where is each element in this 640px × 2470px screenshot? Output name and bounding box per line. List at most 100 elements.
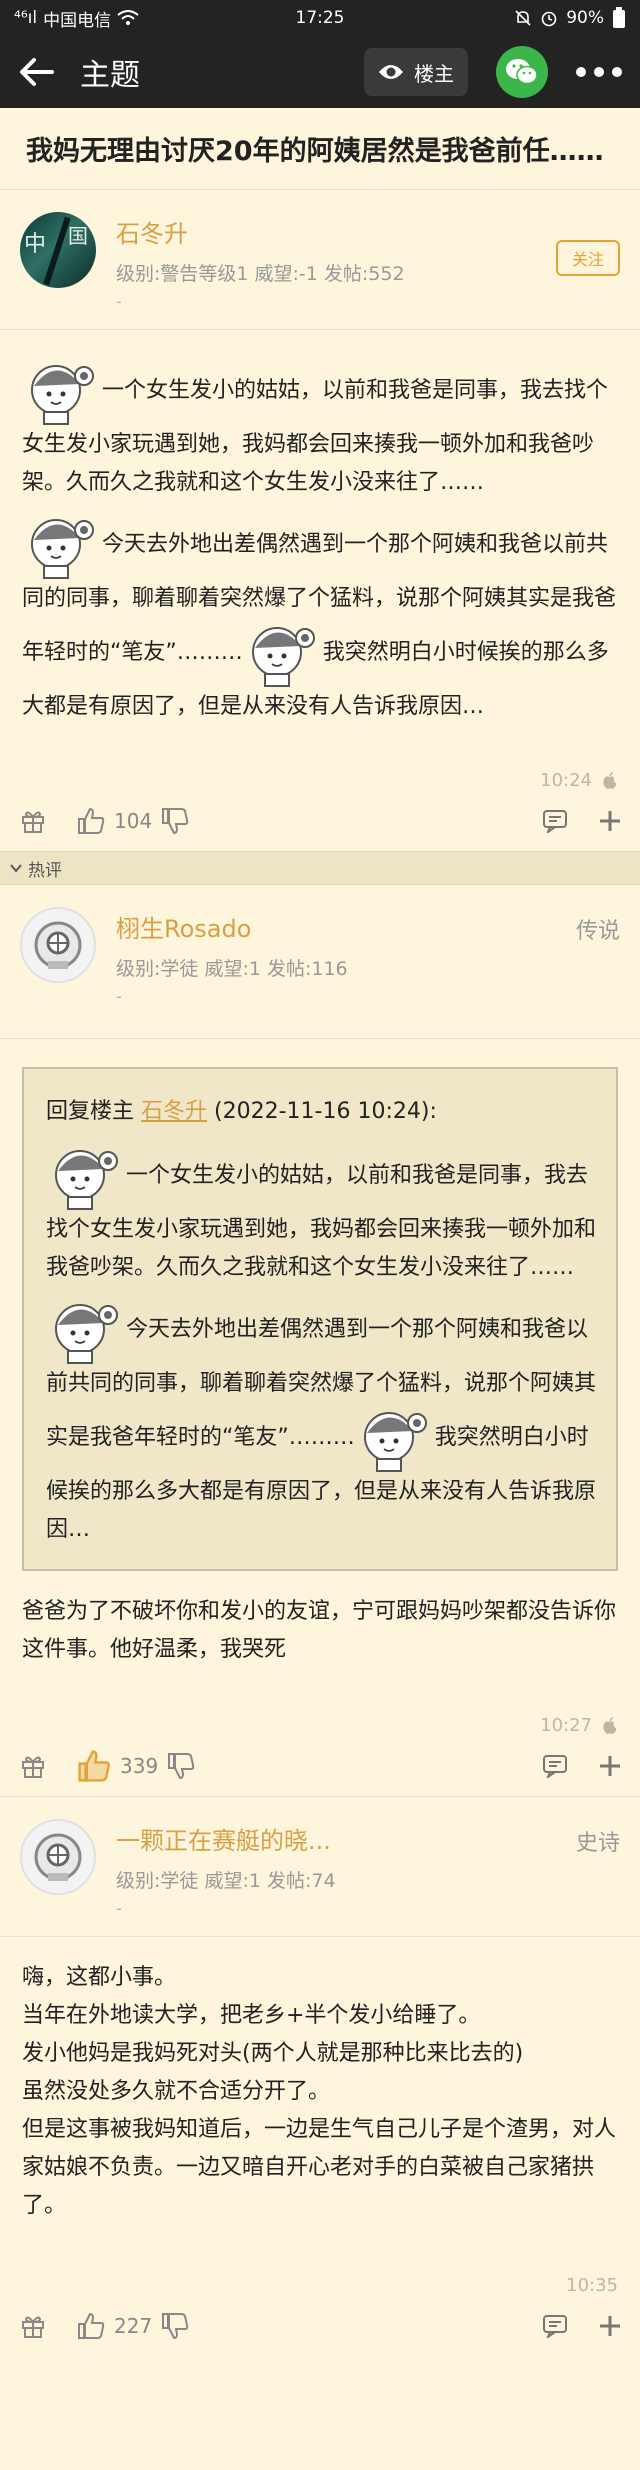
user-dash: -: [116, 987, 122, 1006]
status-time: 17:25: [295, 8, 345, 28]
quote-date: (2022-11-16 10:24):: [214, 1099, 437, 1124]
sticker-girl-icon: [22, 510, 102, 580]
thumbs-down-icon[interactable]: [160, 2311, 190, 2341]
quote-prefix: 回复楼主: [46, 1099, 135, 1124]
follow-button[interactable]: 关注: [555, 240, 620, 276]
apple-icon: [603, 1716, 617, 1734]
arrow-left-icon: [20, 58, 54, 86]
user-info: 栩生Rosado 级别:学徒 威望:1 发帖:116 -: [116, 907, 576, 1006]
floor-label: 史诗: [575, 1831, 620, 1856]
app-bar: 主题 楼主: [0, 36, 640, 108]
post-content: 爸爸为了不破坏你和发小的友谊，宁可跟妈妈吵架都没告诉你这件事。他好温柔，我哭死: [0, 1583, 640, 1679]
post-content: 嗨，这都小事。 当年在外地读大学，把老乡+半个发小给睡了。 发小他妈是我妈死对头…: [0, 1937, 640, 2235]
gift-button[interactable]: [18, 806, 48, 836]
diver-helmet-icon: [34, 921, 82, 969]
post-line: 发小他妈是我妈死对头(两个人就是那种比来比去的): [22, 2041, 524, 2066]
carrier-label: 中国电信: [43, 10, 112, 31]
quote-text: 一个女生发小的姑姑，以前和我爸是同事，我去找个女生发小家玩遇到她，我妈都会回来揍…: [46, 1163, 597, 1280]
plus-icon[interactable]: [598, 809, 622, 833]
dot-icon: [594, 67, 604, 77]
gift-button[interactable]: [18, 2311, 48, 2341]
username[interactable]: 一颗正在赛艇的晓...: [116, 1821, 576, 1856]
post-reply: 一颗正在赛艇的晓... 级别:学徒 威望:1 发帖:74 - 史诗 嗨，这都小事…: [0, 1797, 640, 2356]
page-title: 主题: [80, 58, 140, 93]
thumbs-down-icon[interactable]: [160, 806, 190, 836]
thumbs-up-icon[interactable]: [76, 806, 106, 836]
avatar[interactable]: [20, 907, 96, 983]
eye-icon: [379, 65, 403, 79]
sticker-girl-icon: [46, 1295, 126, 1365]
post-time: 10:27: [540, 1715, 592, 1736]
reply-text: 爸爸为了不破坏你和发小的友谊，宁可跟妈妈吵架都没告诉你这件事。他好温柔，我哭死: [22, 1599, 617, 1662]
louzhu-only-button[interactable]: 楼主: [364, 48, 468, 96]
post-timestamp-row: 10:35: [0, 2275, 640, 2296]
avatar[interactable]: [20, 1819, 96, 1895]
plus-icon[interactable]: [598, 2314, 622, 2338]
thumbs-up-icon[interactable]: [76, 2311, 106, 2341]
like-group: 227: [76, 2311, 190, 2341]
post-header: 一颗正在赛艇的晓... 级别:学徒 威望:1 发帖:74 - 史诗: [0, 1797, 640, 1937]
post-line: 嗨，这都小事。: [22, 1965, 177, 1990]
thread-title: 我妈无理由讨厌20年的阿姨居然是我爸前任……: [0, 108, 640, 190]
post-timestamp-row: 10:27: [0, 1715, 640, 1736]
sticker-girl-icon: [22, 356, 102, 426]
battery-icon: [613, 7, 625, 28]
louzhu-label: 楼主: [414, 61, 454, 86]
wechat-icon: [506, 59, 538, 85]
post-line: 当年在外地读大学，把老乡+半个发小给睡了。: [22, 2003, 481, 2028]
post-timestamp-row: 10:24: [0, 770, 640, 791]
chevron-down-icon: [10, 864, 22, 873]
user-meta: 级别:警告等级1 威望:-1 发帖:552: [116, 263, 405, 285]
thumbs-up-icon[interactable]: [76, 1748, 112, 1784]
sticker-girl-icon: [355, 1403, 435, 1473]
dot-icon: [576, 67, 586, 77]
status-bar: ⁴⁶ıl 中国电信 17:25 90%: [0, 0, 640, 36]
quote-block: 回复楼主 石冬升 (2022-11-16 10:24): 一个女生发小的姑姑，以…: [22, 1067, 618, 1571]
comment-icon[interactable]: [542, 2314, 568, 2338]
quote-header: 回复楼主 石冬升 (2022-11-16 10:24):: [46, 1093, 596, 1131]
like-count: 104: [114, 809, 153, 833]
like-group: 104: [76, 806, 190, 836]
hot-comments-bar[interactable]: 热评: [0, 851, 640, 885]
hot-comments-label: 热评: [28, 860, 62, 881]
more-menu-button[interactable]: [576, 67, 622, 77]
post-header: 栩生Rosado 级别:学徒 威望:1 发帖:116 - 传说: [0, 885, 640, 1024]
post-original: 中国 石冬升 级别:警告等级1 威望:-1 发帖:552 - 关注 一个女生发小…: [0, 190, 640, 851]
quote-username-link[interactable]: 石冬升: [141, 1099, 207, 1124]
alarm-icon: [541, 11, 557, 27]
battery-percent: 90%: [566, 8, 604, 28]
gift-icon: [22, 811, 44, 833]
thumbs-down-icon[interactable]: [166, 1751, 196, 1781]
wechat-share-button[interactable]: [496, 46, 548, 98]
dot-icon: [612, 67, 622, 77]
user-dash: -: [116, 292, 122, 311]
comment-icon[interactable]: [542, 1754, 568, 1778]
username[interactable]: 石冬升: [116, 214, 556, 249]
bell-off-icon: [515, 10, 531, 26]
post-reply: 栩生Rosado 级别:学徒 威望:1 发帖:116 - 传说 回复楼主 石冬升…: [0, 885, 640, 1797]
post-line: 但是这事被我妈知道后，一边是生气自己儿子是个渣男，对人家姑娘不负责。一边又暗自开…: [22, 2117, 617, 2218]
post-actions: 104: [0, 791, 640, 851]
post-time: 10:24: [540, 770, 592, 791]
back-button[interactable]: [18, 48, 66, 96]
username[interactable]: 栩生Rosado: [116, 909, 576, 944]
post-time: 10:35: [566, 2275, 618, 2296]
post-content: 一个女生发小的姑姑，以前和我爸是同事，我去找个女生发小家玩遇到她，我妈都会回来揍…: [0, 330, 640, 736]
plus-icon[interactable]: [598, 1754, 622, 1778]
comment-icon[interactable]: [542, 809, 568, 833]
diver-helmet-icon: [34, 1833, 82, 1881]
post-line: 虽然没处多久就不合适分开了。: [22, 2079, 331, 2104]
user-meta: 级别:学徒 威望:1 发帖:116: [116, 958, 348, 980]
gift-icon: [22, 1756, 44, 1778]
like-count: 339: [120, 1754, 159, 1778]
post-text: 一个女生发小的姑姑，以前和我爸是同事，我去找个女生发小家玩遇到她，我妈都会回来揍…: [22, 378, 609, 495]
avatar[interactable]: 中国: [20, 212, 96, 288]
post-actions: 227: [0, 2296, 640, 2356]
gift-button[interactable]: [18, 1751, 48, 1781]
user-meta: 级别:学徒 威望:1 发帖:74: [116, 1870, 336, 1892]
apple-icon: [603, 771, 617, 789]
sticker-girl-icon: [243, 618, 323, 688]
like-count: 227: [114, 2314, 153, 2338]
user-info: 一颗正在赛艇的晓... 级别:学徒 威望:1 发帖:74 -: [116, 1819, 576, 1918]
like-group: 339: [76, 1748, 196, 1784]
